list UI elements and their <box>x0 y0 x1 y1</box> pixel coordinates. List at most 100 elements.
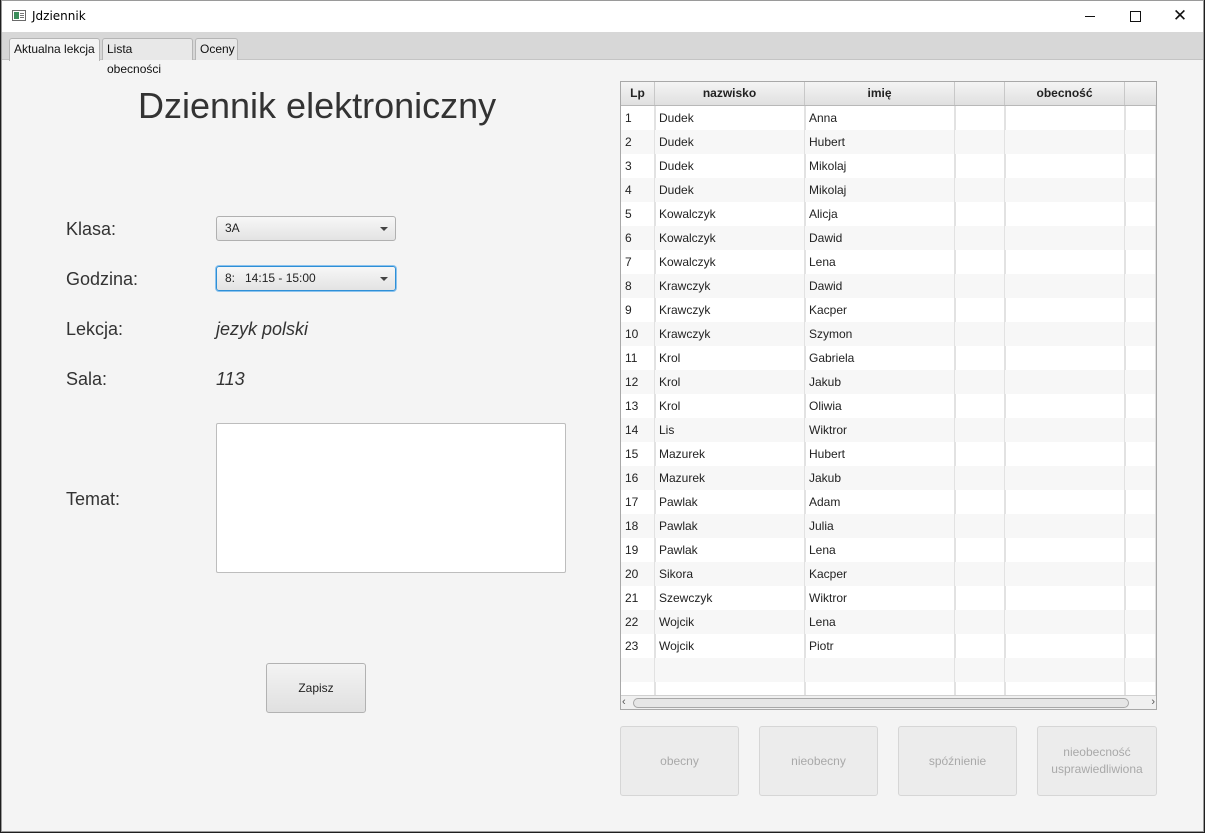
table-row[interactable]: 6 Kowalczyk Dawid <box>621 226 1156 250</box>
table-row[interactable]: 2 Dudek Hubert <box>621 130 1156 154</box>
table-row[interactable]: 12 Krol Jakub <box>621 370 1156 394</box>
horizontal-scrollbar[interactable]: ‹ › <box>621 695 1156 709</box>
cell-obecnosc <box>1005 106 1125 130</box>
cell-filler <box>1125 322 1156 346</box>
table-row[interactable]: 13 Krol Oliwia <box>621 394 1156 418</box>
cell-blank <box>955 514 1005 538</box>
cell-blank <box>955 538 1005 562</box>
table-row[interactable]: 23 Wojcik Piotr <box>621 634 1156 658</box>
table-row[interactable]: 8 Krawczyk Dawid <box>621 274 1156 298</box>
cell-blank <box>955 466 1005 490</box>
cell-lp: 5 <box>621 202 655 226</box>
app-window: Jdziennik ✕ Aktualna lekcja Lista obecno… <box>1 0 1204 832</box>
table-row[interactable]: 18 Pawlak Julia <box>621 514 1156 538</box>
column-header-lp[interactable]: Lp <box>621 82 655 105</box>
tab-aktualna-lekcja[interactable]: Aktualna lekcja <box>9 38 100 61</box>
close-button[interactable]: ✕ <box>1157 1 1203 32</box>
cell-lp: 1 <box>621 106 655 130</box>
cell-nazwisko: Krol <box>655 346 805 370</box>
cell-nazwisko: Mazurek <box>655 466 805 490</box>
cell-filler <box>1125 562 1156 586</box>
scroll-right-icon[interactable]: › <box>1151 696 1155 708</box>
cell-obecnosc <box>1005 514 1125 538</box>
column-header-imie[interactable]: imię <box>805 82 955 105</box>
cell-blank <box>955 562 1005 586</box>
maximize-icon <box>1129 11 1141 22</box>
cell-nazwisko: Dudek <box>655 130 805 154</box>
table-row[interactable]: 21 Szewczyk Wiktror <box>621 586 1156 610</box>
tab-oceny[interactable]: Oceny <box>195 38 238 60</box>
students-table[interactable]: Lp nazwisko imię obecność 1 Dudek Anna 2 Dud… <box>620 81 1157 710</box>
cell-imie: Kacper <box>805 298 955 322</box>
late-button[interactable]: spóźnienie <box>898 726 1017 796</box>
column-header-blank[interactable] <box>955 82 1005 105</box>
cell-imie: Julia <box>805 514 955 538</box>
cell-obecnosc <box>1005 154 1125 178</box>
sala-value: 113 <box>216 369 245 389</box>
klasa-label: Klasa: <box>66 219 117 239</box>
cell-lp: 14 <box>621 418 655 442</box>
cell-nazwisko: Dudek <box>655 106 805 130</box>
table-row[interactable]: 14 Lis Wiktror <box>621 418 1156 442</box>
table-row[interactable]: 15 Mazurek Hubert <box>621 442 1156 466</box>
cell-filler <box>1125 610 1156 634</box>
column-header-obecnosc[interactable]: obecność <box>1005 82 1125 105</box>
table-row[interactable]: 11 Krol Gabriela <box>621 346 1156 370</box>
cell-filler <box>1125 298 1156 322</box>
table-row[interactable]: 19 Pawlak Lena <box>621 538 1156 562</box>
tab-lista-obecnosci[interactable]: Lista obecności <box>102 38 193 76</box>
cell-blank <box>955 250 1005 274</box>
cell-nazwisko: Krawczyk <box>655 298 805 322</box>
cell-blank <box>955 442 1005 466</box>
table-row[interactable]: 22 Wojcik Lena <box>621 610 1156 634</box>
temat-textarea[interactable] <box>216 423 566 573</box>
table-row[interactable]: 16 Mazurek Jakub <box>621 466 1156 490</box>
cell-imie: Lena <box>805 610 955 634</box>
excused-absence-button[interactable]: nieobecność usprawiedliwiona <box>1037 726 1157 796</box>
klasa-select[interactable]: 3A <box>216 216 396 241</box>
table-row[interactable]: 7 Kowalczyk Lena <box>621 250 1156 274</box>
column-header-nazwisko[interactable]: nazwisko <box>655 82 805 105</box>
scrollbar-thumb[interactable] <box>633 698 1129 708</box>
absent-button[interactable]: nieobecny <box>759 726 878 796</box>
cell-imie: Alicja <box>805 202 955 226</box>
title-bar[interactable]: Jdziennik ✕ <box>2 1 1203 32</box>
cell-filler <box>1125 202 1156 226</box>
table-row[interactable] <box>621 658 1156 682</box>
cell-filler <box>1125 106 1156 130</box>
cell-lp: 17 <box>621 490 655 514</box>
save-button[interactable]: Zapisz <box>266 663 366 713</box>
cell-nazwisko: Sikora <box>655 562 805 586</box>
cell-nazwisko: Wojcik <box>655 610 805 634</box>
table-row[interactable]: 20 Sikora Kacper <box>621 562 1156 586</box>
present-button[interactable]: obecny <box>620 726 739 796</box>
cell-blank <box>955 226 1005 250</box>
cell-imie: Wiktror <box>805 586 955 610</box>
cell-blank <box>955 202 1005 226</box>
cell-filler <box>1125 178 1156 202</box>
godzina-select[interactable]: 8: 14:15 - 15:00 <box>216 266 396 291</box>
cell-blank <box>955 346 1005 370</box>
cell-blank <box>955 634 1005 658</box>
cell-obecnosc <box>1005 250 1125 274</box>
minimize-button[interactable] <box>1067 1 1113 32</box>
cell-nazwisko: Szewczyk <box>655 586 805 610</box>
cell-filler <box>1125 130 1156 154</box>
table-row[interactable]: 10 Krawczyk Szymon <box>621 322 1156 346</box>
table-row[interactable]: 17 Pawlak Adam <box>621 490 1156 514</box>
cell-filler <box>1125 490 1156 514</box>
cell-imie: Jakub <box>805 370 955 394</box>
table-row[interactable]: 9 Krawczyk Kacper <box>621 298 1156 322</box>
cell-imie: Wiktror <box>805 418 955 442</box>
cell-obecnosc <box>1005 322 1125 346</box>
table-row[interactable]: 4 Dudek Mikolaj <box>621 178 1156 202</box>
table-row[interactable]: 1 Dudek Anna <box>621 106 1156 130</box>
lekcja-label: Lekcja: <box>66 319 124 339</box>
cell-obecnosc <box>1005 178 1125 202</box>
table-row[interactable]: 3 Dudek Mikolaj <box>621 154 1156 178</box>
scroll-left-icon[interactable]: ‹ <box>622 696 626 708</box>
maximize-button[interactable] <box>1112 1 1158 32</box>
table-row[interactable]: 5 Kowalczyk Alicja <box>621 202 1156 226</box>
cell-lp: 10 <box>621 322 655 346</box>
cell-lp: 3 <box>621 154 655 178</box>
